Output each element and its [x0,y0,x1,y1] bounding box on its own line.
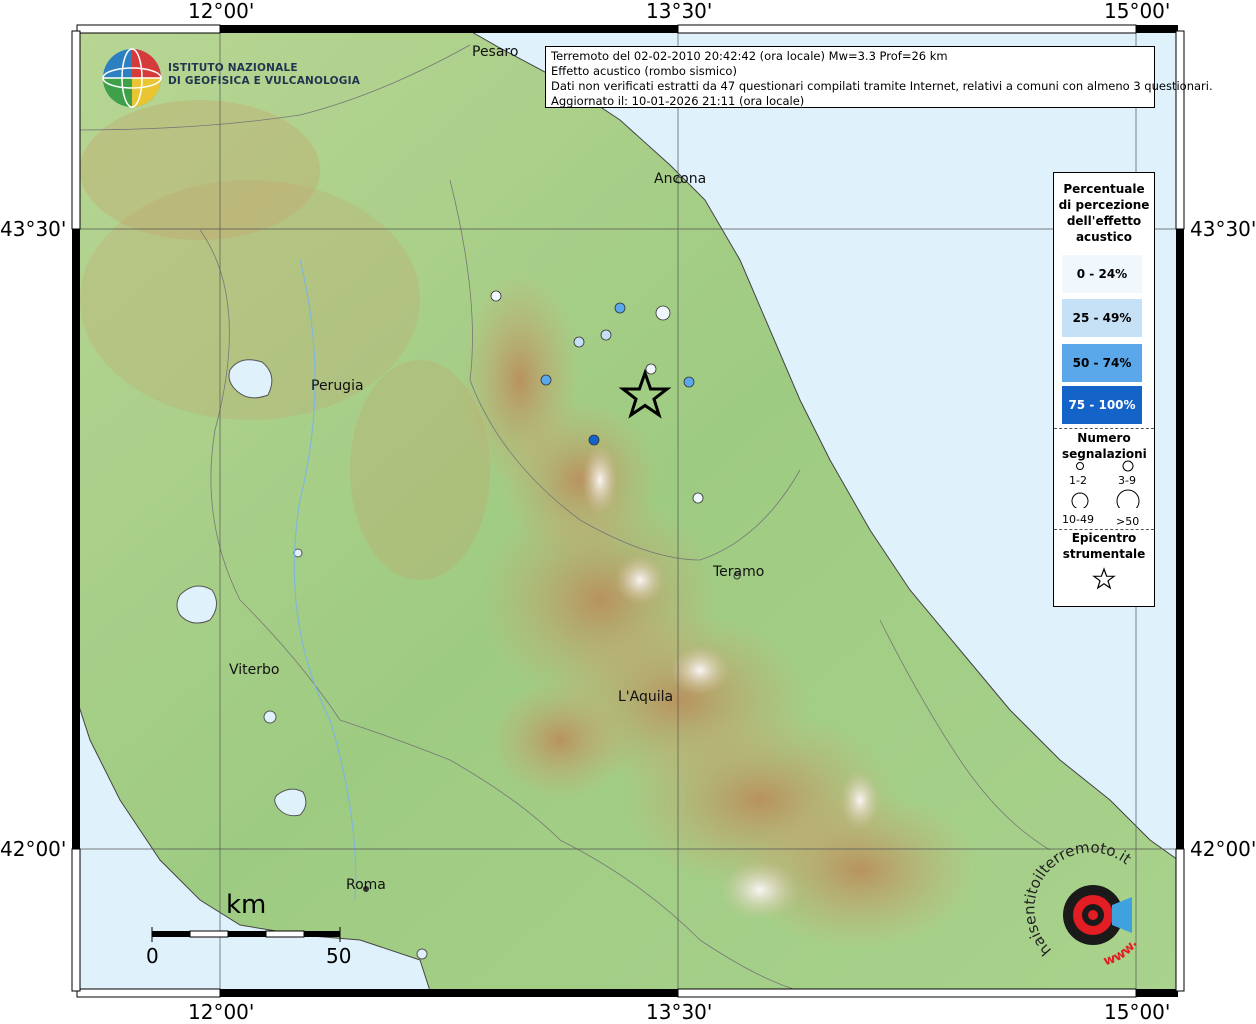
mountain-range [490,680,630,800]
report-point [490,290,502,302]
legend-count-label: 3-9 [1118,474,1136,487]
city-label-perugia: Perugia [311,378,364,394]
legend-title: Percentuale di percezione dell'effetto a… [1058,182,1150,244]
city-label-roma: Roma [346,877,386,893]
lake-small [263,710,277,724]
legend-class-3: 75 - 100% [1062,386,1142,424]
lat-tick-label: 42°00' [0,837,67,861]
event-title: Terremoto del 02-02-2010 20:42:42 (ora l… [551,49,948,63]
legend-class-0: 0 - 24% [1062,255,1142,293]
lat-tick-label: 43°30' [0,217,67,241]
event-info-box: Terremoto del 02-02-2010 20:42:42 (ora l… [545,46,1213,108]
report-point [655,305,671,321]
lon-tick-label: 15°00' [1104,1000,1171,1024]
event-effect: Effetto acustico (rombo sismico) [551,64,737,78]
lon-tick-label: 12°00' [188,0,255,23]
scale-min: 0 [146,944,159,968]
event-updated: Aggiornato il: 10-01-2026 21:11 (ora loc… [551,94,805,108]
report-point [600,329,612,341]
frame-left [71,30,81,992]
report-point [540,374,552,386]
report-point [692,492,704,504]
scale-unit: km [226,890,267,920]
ingv-logo-text: ISTITUTO NAZIONALE DI GEOFISICA E VULCAN… [168,62,360,88]
lon-tick-label: 13°30' [646,0,713,23]
lon-tick-label: 12°00' [188,1000,255,1024]
terrain-hills [80,100,320,240]
frame-bottom [76,988,1178,998]
lake-small [416,948,428,960]
peak [670,645,730,695]
legend: Percentuale di percezione dell'effetto a… [1053,172,1155,607]
city-label-viterbo: Viterbo [229,662,280,678]
report-point [614,302,626,314]
legend-class-1: 25 - 49% [1062,299,1142,337]
report-point [588,434,600,446]
report-point [683,376,695,388]
lat-tick-label: 43°30' [1190,217,1256,241]
logo-line: DI GEOFISICA E VULCANOLOGIA [168,75,361,87]
peak [840,770,880,830]
city-label-ancona: Ancona [654,171,707,187]
frame-right [1175,30,1185,992]
scale-max: 50 [326,944,352,968]
lon-tick-label: 15°00' [1104,0,1171,23]
lon-tick-label: 13°30' [646,1000,713,1024]
frame-top [76,24,1178,34]
city-label-laquila: L'Aquila [618,689,674,705]
legend-separator [1054,428,1154,429]
lat-tick-label: 42°00' [1190,837,1256,861]
report-point [645,363,657,375]
legend-star-icon [1092,567,1116,590]
report-point [573,336,585,348]
logo-line: ISTITUTO NAZIONALE [168,62,298,74]
legend-epicenter-title: Epicentro strumentale [1062,531,1146,561]
city-label-teramo: Teramo [713,564,765,580]
legend-count-label: 1-2 [1069,474,1087,487]
legend-count-label: >50 [1116,515,1140,528]
legend-count-label: 10-49 [1062,513,1094,526]
peak [720,860,800,920]
peak [582,445,618,515]
city-label-pesaro: Pesaro [472,44,519,60]
peak [615,555,665,605]
event-data-note: Dati non verificati estratti da 47 quest… [551,79,1213,93]
legend-class-2: 50 - 74% [1062,344,1142,382]
ingv-logo-icon [102,48,162,108]
